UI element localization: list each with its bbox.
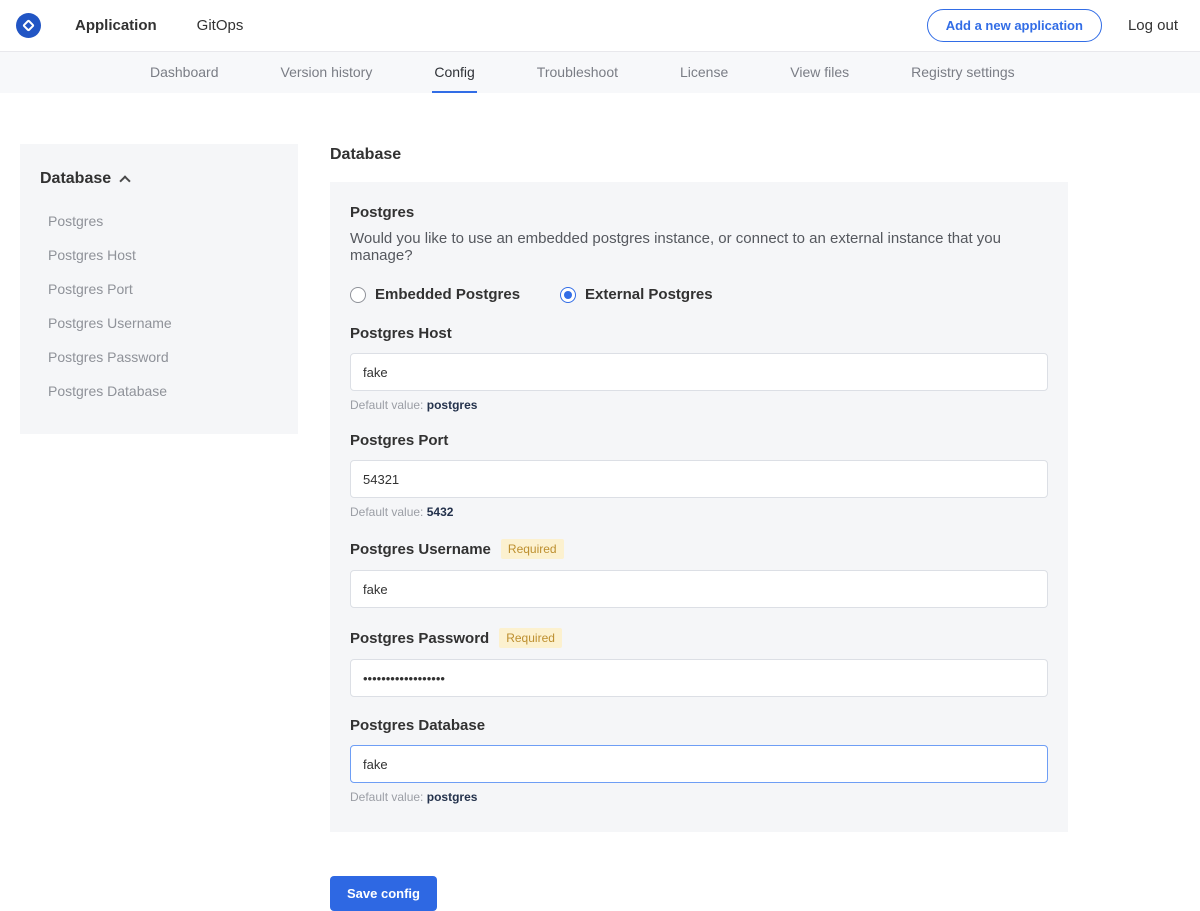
top-tabs: Application GitOps [73, 11, 245, 40]
default-value-line: Default value: postgres [350, 398, 1048, 412]
radio-external-postgres[interactable]: External Postgres [560, 286, 713, 303]
group-help-text: Would you like to use an embedded postgr… [350, 230, 1048, 264]
postgres-database-input[interactable] [350, 745, 1048, 783]
postgres-radio-group: Embedded Postgres External Postgres [350, 286, 1048, 303]
default-prefix: Default value: [350, 790, 423, 804]
subnav-tab-view-files[interactable]: View files [788, 52, 851, 93]
logout-button[interactable]: Log out [1128, 17, 1178, 34]
default-value: postgres [427, 398, 478, 412]
subnav-tab-config[interactable]: Config [432, 52, 476, 93]
default-value-line: Default value: postgres [350, 790, 1048, 804]
tab-application[interactable]: Application [73, 11, 159, 40]
default-value: 5432 [427, 505, 454, 519]
tab-gitops[interactable]: GitOps [195, 11, 246, 40]
field-postgres-password: Postgres Password Required [350, 628, 1048, 697]
postgres-host-input[interactable] [350, 353, 1048, 391]
postgres-username-input[interactable] [350, 570, 1048, 608]
field-label: Postgres Host [350, 325, 1048, 342]
replicated-logo-icon [16, 13, 41, 38]
sidebar-group-database[interactable]: Database [40, 170, 278, 188]
top-bar: Application GitOps Add a new application… [0, 0, 1200, 52]
sidebar-item-postgres-username[interactable]: Postgres Username [40, 306, 278, 340]
sidebar-item-postgres-host[interactable]: Postgres Host [40, 238, 278, 272]
postgres-port-input[interactable] [350, 460, 1048, 498]
default-prefix: Default value: [350, 398, 423, 412]
page-title: Database [330, 146, 1068, 164]
chevron-up-icon [119, 175, 130, 186]
field-postgres-host: Postgres Host Default value: postgres [350, 325, 1048, 412]
group-label: Postgres [350, 204, 1048, 221]
postgres-password-input[interactable] [350, 659, 1048, 697]
subnav-tab-version-history[interactable]: Version history [279, 52, 375, 93]
config-sidebar: Database Postgres Postgres Host Postgres… [20, 144, 298, 434]
radio-label: External Postgres [585, 286, 713, 303]
field-label: Postgres Database [350, 717, 1048, 734]
logo-glyph [22, 19, 35, 32]
radio-label: Embedded Postgres [375, 286, 520, 303]
radio-circle-icon [560, 287, 576, 303]
config-main: Database Postgres Would you like to use … [330, 144, 1068, 911]
sidebar-item-postgres-password[interactable]: Postgres Password [40, 340, 278, 374]
config-group-card: Postgres Would you like to use an embedd… [330, 182, 1068, 832]
sidebar-item-postgres-database[interactable]: Postgres Database [40, 374, 278, 408]
sidebar-item-postgres-port[interactable]: Postgres Port [40, 272, 278, 306]
add-new-application-button[interactable]: Add a new application [927, 9, 1102, 42]
subnav-tab-troubleshoot[interactable]: Troubleshoot [535, 52, 620, 93]
field-label-text: Postgres Host [350, 325, 452, 342]
required-badge: Required [499, 628, 562, 648]
subnav-tab-dashboard[interactable]: Dashboard [148, 52, 221, 93]
field-label-text: Postgres Username [350, 541, 491, 558]
content-area: Database Postgres Postgres Host Postgres… [0, 144, 1200, 911]
field-label-text: Postgres Database [350, 717, 485, 734]
radio-embedded-postgres[interactable]: Embedded Postgres [350, 286, 520, 303]
radio-circle-icon [350, 287, 366, 303]
sidebar-group-label: Database [40, 170, 111, 188]
field-label-text: Postgres Password [350, 630, 489, 647]
field-label: Postgres Port [350, 432, 1048, 449]
field-postgres-database: Postgres Database Default value: postgre… [350, 717, 1048, 804]
subnav-tab-registry-settings[interactable]: Registry settings [909, 52, 1016, 93]
default-prefix: Default value: [350, 505, 423, 519]
app-subnav: Dashboard Version history Config Trouble… [0, 52, 1200, 93]
subnav-tab-license[interactable]: License [678, 52, 730, 93]
field-postgres-username: Postgres Username Required [350, 539, 1048, 608]
default-value: postgres [427, 790, 478, 804]
field-postgres-port: Postgres Port Default value: 5432 [350, 432, 1048, 519]
field-label: Postgres Password Required [350, 628, 1048, 648]
sidebar-item-postgres[interactable]: Postgres [40, 204, 278, 238]
field-label-text: Postgres Port [350, 432, 448, 449]
save-config-button[interactable]: Save config [330, 876, 437, 911]
field-label: Postgres Username Required [350, 539, 1048, 559]
default-value-line: Default value: 5432 [350, 505, 1048, 519]
required-badge: Required [501, 539, 564, 559]
